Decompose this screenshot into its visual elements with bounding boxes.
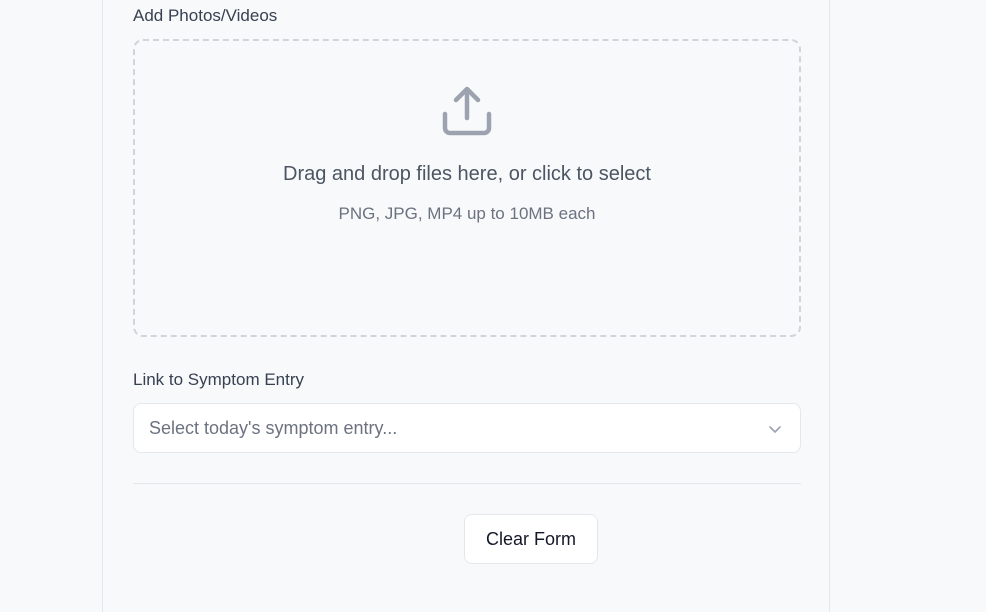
symptom-link-label: Link to Symptom Entry: [133, 370, 305, 389]
photos-label: Add Photos/Videos: [133, 6, 278, 25]
symptom-entry-placeholder: Select today's symptom entry...: [149, 418, 398, 438]
dropzone-title: Drag and drop files here, or click to se…: [283, 163, 651, 185]
divider: [133, 483, 801, 484]
chevron-down-icon: [769, 426, 781, 433]
upload-icon: [442, 86, 492, 136]
symptom-entry-select[interactable]: Select today's symptom entry...: [133, 403, 801, 453]
dropzone-hint: PNG, JPG, MP4 up to 10MB each: [338, 204, 596, 223]
page: Add Photos/Videos Drag and drop files he…: [0, 0, 986, 612]
clear-form-button[interactable]: Clear Form: [464, 514, 598, 564]
